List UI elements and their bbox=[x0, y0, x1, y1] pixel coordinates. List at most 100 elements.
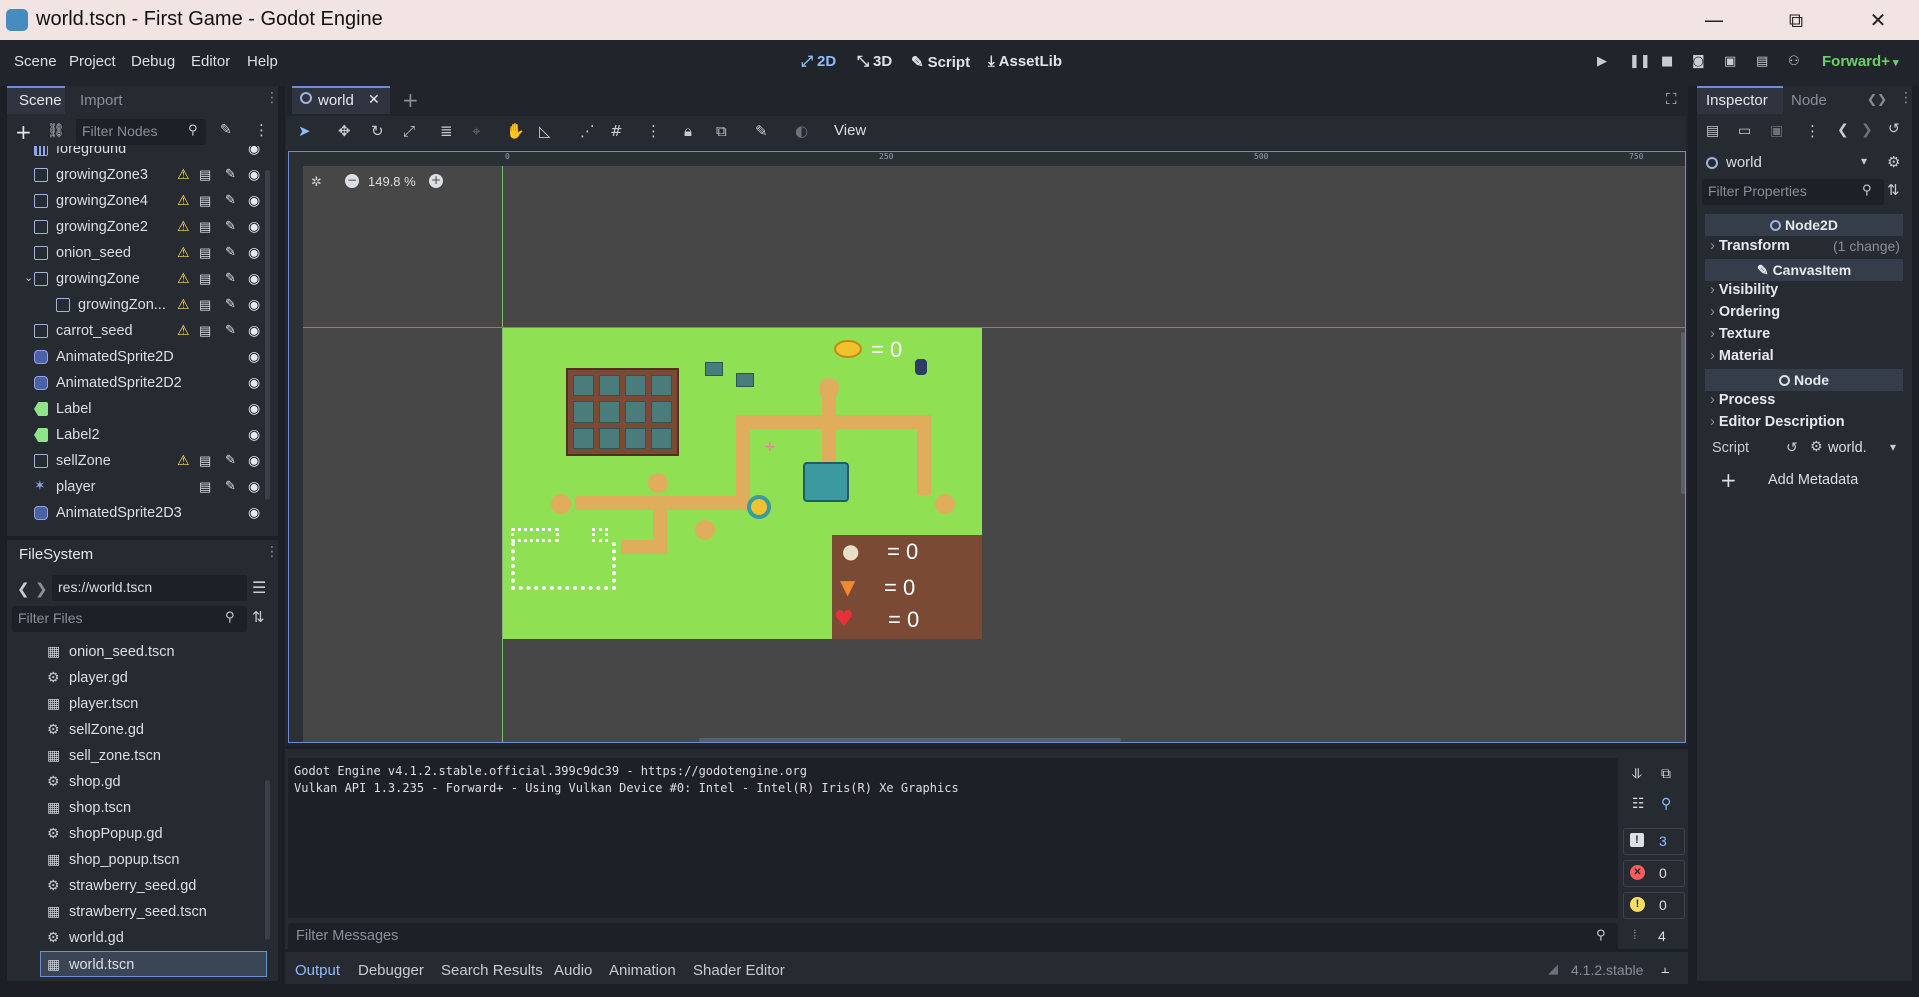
menu-project[interactable]: Project bbox=[69, 53, 116, 70]
group-visibility[interactable]: › Visibility bbox=[1710, 282, 1778, 298]
snap-options-icon[interactable]: ⋮ bbox=[646, 122, 661, 140]
workspace-assetlib-button[interactable]: ⤓ AssetLib bbox=[988, 53, 1062, 70]
scale-mode-icon[interactable]: ⤢ bbox=[403, 122, 415, 140]
file-tree-item[interactable]: ▦ sell_zone.tscn bbox=[7, 743, 267, 769]
scene-tree-item[interactable]: growingZon... ⚠ ▤ ✎ ◉ bbox=[7, 292, 271, 318]
visibility-eye-icon[interactable]: ◉ bbox=[248, 478, 260, 495]
file-tree-item[interactable]: ⚙ world.gd bbox=[7, 925, 267, 951]
zoom-out-icon[interactable]: − bbox=[345, 174, 359, 188]
link-icon[interactable]: ⛓ bbox=[47, 123, 65, 139]
open-scene-icon[interactable]: ▤ bbox=[199, 219, 211, 235]
file-tree-item[interactable]: ▦ strawberry_seed.tscn bbox=[7, 899, 267, 925]
new-resource-icon[interactable]: ▤ bbox=[1706, 123, 1719, 139]
select-mode-icon[interactable]: ➤ bbox=[298, 122, 311, 140]
camera-override-icon[interactable]: ◐ bbox=[795, 122, 808, 140]
workspace-script-button[interactable]: ✎ Script bbox=[911, 53, 970, 71]
tab-import[interactable]: Import bbox=[80, 92, 123, 109]
warning-icon[interactable]: ⚠ bbox=[177, 166, 190, 183]
tab-search-results[interactable]: Search Results bbox=[441, 962, 543, 979]
property-options-icon[interactable]: ⇅ bbox=[1887, 181, 1900, 199]
tab-audio[interactable]: Audio bbox=[554, 962, 592, 979]
tab-output[interactable]: Output bbox=[295, 962, 340, 979]
warning-icon[interactable]: ⚠ bbox=[177, 296, 190, 313]
rotate-mode-icon[interactable]: ↻ bbox=[371, 122, 384, 140]
pan-mode-icon[interactable]: ✋ bbox=[506, 122, 525, 140]
close-window-button[interactable]: ✕ bbox=[1855, 6, 1901, 34]
script-icon[interactable]: ✎ bbox=[225, 270, 236, 286]
renderer-selector[interactable]: Forward+ ▾ bbox=[1822, 53, 1899, 70]
history-back-icon[interactable]: ❮ bbox=[1837, 122, 1849, 138]
maximize-button[interactable]: ⧉ bbox=[1773, 6, 1819, 34]
workspace-2d-button[interactable]: ⤢ 2D bbox=[801, 53, 836, 70]
add-tab-icon[interactable]: + bbox=[402, 88, 419, 112]
scene-tree-scrollbar[interactable] bbox=[265, 170, 270, 500]
warning-icon[interactable]: ⚠ bbox=[177, 192, 190, 209]
add-node-icon[interactable]: + bbox=[15, 120, 32, 144]
extra-options-icon[interactable]: ⋮ bbox=[1805, 122, 1820, 140]
script-icon[interactable]: ✎ bbox=[225, 452, 236, 468]
filter-files-input[interactable]: Filter Files bbox=[12, 606, 247, 632]
script-icon[interactable]: ✎ bbox=[225, 296, 236, 312]
scene-tree-item[interactable]: foreground ◉ bbox=[7, 146, 271, 162]
group-ordering[interactable]: › Ordering bbox=[1710, 304, 1780, 320]
split-view-icon[interactable]: ☰ bbox=[252, 578, 266, 597]
visibility-eye-icon[interactable]: ◉ bbox=[248, 348, 260, 365]
script-icon[interactable]: ✎ bbox=[225, 322, 236, 338]
scene-tab[interactable]: world ✕ bbox=[292, 86, 390, 114]
add-metadata-button[interactable]: + Add Metadata bbox=[1710, 467, 1902, 495]
close-tab-icon[interactable]: ✕ bbox=[368, 92, 380, 108]
visibility-eye-icon[interactable]: ◉ bbox=[248, 244, 260, 261]
group-texture[interactable]: › Texture bbox=[1710, 326, 1770, 342]
visibility-eye-icon[interactable]: ◉ bbox=[248, 322, 260, 339]
file-tree-item[interactable]: ⚙ player.gd bbox=[7, 665, 267, 691]
tab-inspector[interactable]: Inspector bbox=[1706, 92, 1768, 109]
group-material[interactable]: › Material bbox=[1710, 348, 1774, 364]
scene-tree-item[interactable]: growingZone2 ⚠ ▤ ✎ ◉ bbox=[7, 214, 271, 240]
tab-shader-editor[interactable]: Shader Editor bbox=[693, 962, 785, 979]
scene-menu-icon[interactable]: ⋮ bbox=[254, 121, 269, 139]
expand-chevron-icon[interactable]: ⌄ bbox=[24, 271, 33, 284]
forward-arrow-icon[interactable]: ❯ bbox=[35, 580, 48, 598]
center-view-icon[interactable]: ✲ bbox=[311, 175, 322, 190]
scene-tree-item[interactable]: ✶ player ▤ ✎ ◉ bbox=[7, 474, 271, 500]
scene-tree-item[interactable]: growingZone4 ⚠ ▤ ✎ ◉ bbox=[7, 188, 271, 214]
scene-tree-item[interactable]: Label2 ◉ bbox=[7, 422, 271, 448]
save-icon[interactable]: ▣ bbox=[1770, 123, 1783, 139]
file-tree-scrollbar[interactable] bbox=[265, 780, 270, 940]
stop-icon[interactable]: ■ bbox=[1661, 54, 1673, 69]
history-forward-icon[interactable]: ❯ bbox=[1861, 122, 1873, 138]
menu-editor[interactable]: Editor bbox=[191, 53, 230, 70]
vertical-scrollbar[interactable] bbox=[1681, 332, 1685, 494]
tab-debugger[interactable]: Debugger bbox=[358, 962, 424, 979]
copy-icon[interactable]: ⧉ bbox=[1661, 766, 1671, 782]
list-select-icon[interactable]: ≣ bbox=[440, 122, 453, 140]
visibility-eye-icon[interactable]: ◉ bbox=[248, 270, 260, 287]
open-scene-icon[interactable]: ▤ bbox=[199, 271, 211, 287]
canvas-viewport[interactable]: 0 250 500 750 ✲ − 149.8 % + = 0 ✛ ● = 0 … bbox=[288, 151, 1686, 743]
scene-tree-item[interactable]: ⌄ growingZone ⚠ ▤ ✎ ◉ bbox=[7, 266, 271, 292]
script-icon[interactable]: ✎ bbox=[225, 192, 236, 208]
horizontal-scrollbar[interactable] bbox=[699, 738, 1121, 742]
distraction-free-icon[interactable]: ⛶ bbox=[1666, 90, 1677, 108]
file-tree-item[interactable]: ▦ shop.tscn bbox=[7, 795, 267, 821]
group-editor-description[interactable]: › Editor Description bbox=[1710, 414, 1845, 430]
script-icon[interactable]: ✎ bbox=[225, 244, 236, 260]
open-folder-icon[interactable]: ▭ bbox=[1738, 123, 1751, 139]
filter-nodes-input[interactable]: Filter Nodes bbox=[76, 119, 206, 145]
open-scene-icon[interactable]: ▤ bbox=[199, 167, 211, 183]
zoom-level[interactable]: 149.8 % bbox=[368, 174, 416, 189]
file-tree-item[interactable]: ⚙ sellZone.gd bbox=[7, 717, 267, 743]
expand-bottom-panel-icon[interactable]: ⫠ bbox=[1661, 961, 1669, 977]
script-icon[interactable]: ✎ bbox=[225, 478, 236, 494]
scene-tree-item[interactable]: AnimatedSprite2D3 ◉ bbox=[7, 500, 271, 526]
filter-properties-input[interactable]: Filter Properties bbox=[1702, 179, 1884, 205]
scene-tree-item[interactable]: carrot_seed ⚠ ▤ ✎ ◉ bbox=[7, 318, 271, 344]
move-mode-icon[interactable]: ✥ bbox=[338, 122, 351, 140]
dock-menu-icon[interactable]: ⋮ bbox=[265, 544, 279, 560]
scene-tree-item[interactable]: sellZone ⚠ ▤ ✎ ◉ bbox=[7, 448, 271, 474]
tab-scene[interactable]: Scene bbox=[19, 92, 62, 109]
dock-arrows-icon[interactable]: ❮❯ bbox=[1867, 92, 1887, 106]
file-tree-item[interactable]: ▦ shop_popup.tscn bbox=[7, 847, 267, 873]
open-scene-icon[interactable]: ▤ bbox=[199, 323, 211, 339]
smart-snap-icon[interactable]: ⋰ bbox=[580, 122, 595, 140]
